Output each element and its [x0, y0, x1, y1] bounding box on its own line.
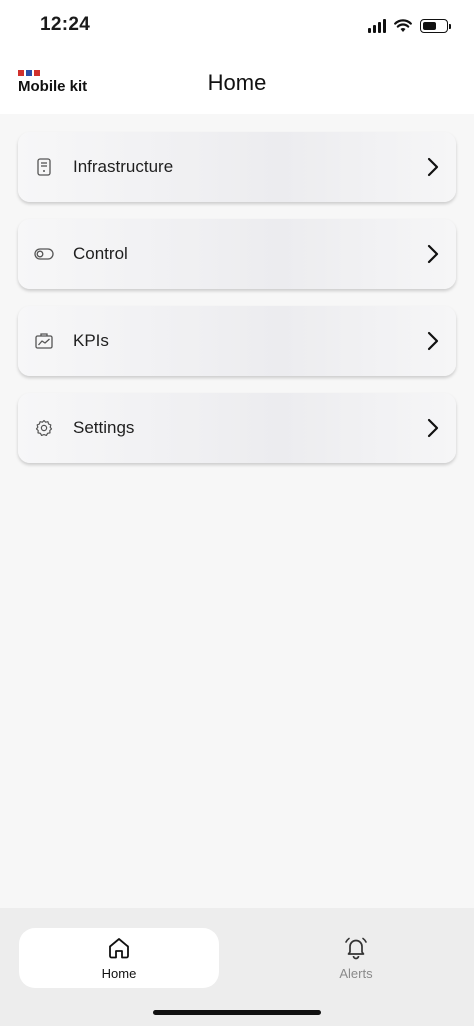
page-title: Home — [207, 70, 267, 95]
wifi-icon — [394, 19, 412, 32]
chevron-right-icon — [427, 331, 439, 351]
cellular-signal-icon — [368, 19, 386, 33]
battery-icon — [420, 19, 451, 33]
tab-alerts[interactable]: Alerts — [256, 928, 456, 988]
toggle-icon — [34, 244, 54, 264]
menu-item-label: Settings — [73, 418, 135, 437]
bell-icon — [345, 937, 367, 959]
home-menu: Infrastructure Control KPIs Settings — [18, 132, 456, 480]
menu-item-settings[interactable]: Settings — [18, 393, 456, 463]
status-time: 12:24 — [40, 14, 91, 35]
menu-item-infrastructure[interactable]: Infrastructure — [18, 132, 456, 202]
status-icons — [368, 16, 451, 36]
chevron-right-icon — [427, 157, 439, 177]
menu-item-label: KPIs — [73, 331, 109, 350]
tab-alerts-label: Alerts — [339, 965, 373, 981]
server-icon — [34, 157, 54, 177]
top-bar: 12:24 Mobile kit Home — [0, 0, 474, 114]
tab-home-label: Home — [101, 965, 137, 981]
menu-item-label: Infrastructure — [73, 157, 174, 176]
chart-icon — [34, 331, 54, 351]
gear-icon — [34, 418, 54, 438]
tab-home[interactable]: Home — [19, 928, 219, 988]
menu-item-kpis[interactable]: KPIs — [18, 306, 456, 376]
chevron-right-icon — [427, 244, 439, 264]
home-icon — [109, 937, 129, 958]
bottom-tab-bar: Home Alerts — [0, 908, 474, 1026]
chevron-right-icon — [427, 418, 439, 438]
menu-item-control[interactable]: Control — [18, 219, 456, 289]
menu-item-label: Control — [73, 244, 128, 263]
home-indicator — [153, 1010, 321, 1015]
